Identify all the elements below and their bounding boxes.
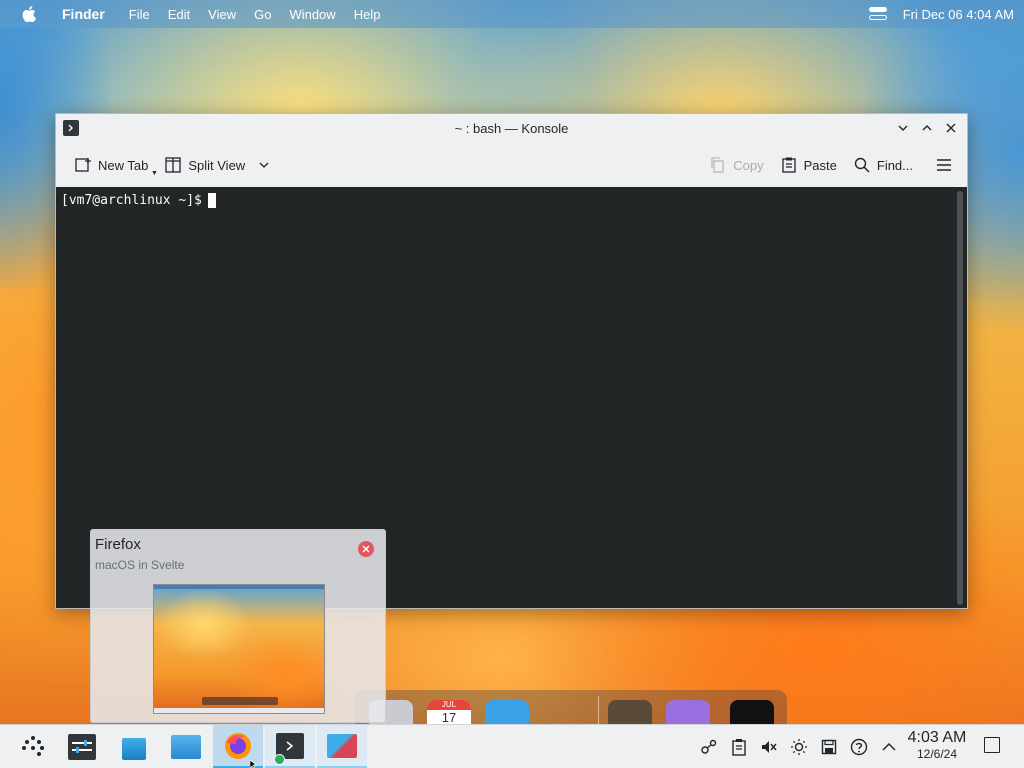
menu-view[interactable]: View	[208, 7, 236, 22]
control-center-icon[interactable]	[868, 7, 887, 21]
preview-title: Firefox	[95, 536, 141, 553]
bottom-panel: 4:03 AM 12/6/24	[0, 724, 1024, 768]
preview-close-icon[interactable]	[358, 541, 374, 557]
taskbar-discover-store[interactable]	[109, 725, 159, 768]
system-tray	[698, 725, 908, 768]
konsole-toolbar: New Tab ▼ Split View Copy Paste Find...	[56, 146, 967, 184]
shopping-bag-icon	[122, 737, 146, 760]
top-menubar: Finder File Edit View Go Window Help Fri…	[0, 0, 1024, 28]
new-tab-label: New Tab	[98, 157, 149, 173]
hamburger-menu-button[interactable]	[927, 150, 961, 180]
volume-muted-icon[interactable]	[758, 736, 780, 758]
folder-icon	[171, 734, 201, 759]
menu-go[interactable]: Go	[254, 7, 271, 22]
firefox-icon	[225, 732, 251, 759]
hamburger-menu-icon	[937, 159, 951, 171]
digital-clock[interactable]: 4:03 AM 12/6/24	[900, 729, 974, 761]
new-window-badge-icon	[274, 753, 285, 765]
split-view-label: Split View	[188, 157, 246, 173]
menu-file[interactable]: File	[129, 7, 150, 22]
clipboard-icon[interactable]	[728, 736, 750, 758]
window-title: ~ : bash — Konsole	[454, 120, 569, 136]
application-launcher-button[interactable]	[8, 725, 58, 768]
apple-logo-icon[interactable]	[20, 5, 38, 23]
dock-vscode-icon[interactable]	[485, 700, 529, 726]
menu-help[interactable]: Help	[354, 7, 381, 22]
launcher-dots-icon	[22, 735, 44, 756]
split-view-button[interactable]: Split View	[156, 150, 279, 180]
show-desktop-icon[interactable]	[984, 737, 1000, 753]
new-tab-button[interactable]: New Tab ▼	[66, 150, 158, 180]
window-titlebar[interactable]: ~ : bash — Konsole	[56, 114, 967, 142]
firefox-task-preview[interactable]: Firefox macOS in Svelte	[90, 529, 386, 723]
menu-edit[interactable]: Edit	[168, 7, 190, 22]
kde-connect-icon[interactable]	[698, 736, 720, 758]
copy-icon	[711, 157, 724, 173]
taskbar-file-manager[interactable]	[161, 725, 211, 768]
copy-label: Copy	[733, 157, 764, 173]
prompt-text: [vm7@archlinux ~]$	[61, 193, 202, 208]
menubar-datetime[interactable]: Fri Dec 06 4:04 AM	[903, 7, 1014, 22]
terminal-prompt: [vm7@archlinux ~]$	[61, 193, 216, 208]
paste-label: Paste	[803, 157, 837, 173]
chevron-down-icon	[259, 162, 269, 168]
preview-thumbnail[interactable]	[153, 584, 325, 714]
konsole-icon	[274, 732, 304, 765]
konsole-app-icon[interactable]	[63, 120, 79, 136]
settings-sliders-icon	[68, 733, 96, 760]
dock-separator	[598, 696, 599, 726]
paste-icon	[781, 157, 796, 173]
preview-subtitle: macOS in Svelte	[95, 558, 185, 572]
taskbar-system-settings[interactable]	[57, 725, 107, 768]
terminal-cursor	[207, 193, 216, 208]
new-tab-icon	[75, 158, 91, 172]
dock-cat-photo-icon[interactable]	[608, 700, 652, 726]
search-icon	[854, 157, 870, 173]
kde-app-icon	[327, 733, 357, 758]
tray-expand-chevron-icon[interactable]	[878, 736, 900, 758]
find-button[interactable]: Find...	[845, 150, 921, 180]
maximize-button[interactable]	[917, 118, 937, 138]
dock-appstore-icon[interactable]	[730, 700, 774, 726]
find-label: Find...	[876, 157, 913, 173]
close-button[interactable]	[941, 118, 961, 138]
terminal-scrollbar[interactable]	[957, 191, 963, 605]
paste-button[interactable]: Paste	[772, 150, 845, 180]
window-controls	[893, 118, 961, 138]
menubar-app-name[interactable]: Finder	[62, 6, 105, 22]
taskbar-konsole[interactable]	[265, 725, 315, 768]
copy-button[interactable]: Copy	[701, 150, 771, 180]
updates-help-icon[interactable]	[848, 736, 870, 758]
menubar-status-area: Fri Dec 06 4:04 AM	[868, 0, 1014, 28]
macos-dock: JUL 17	[355, 690, 787, 726]
clock-date: 12/6/24	[916, 747, 958, 761]
clock-time: 4:03 AM	[907, 729, 967, 746]
minimize-button[interactable]	[893, 118, 913, 138]
brightness-icon[interactable]	[788, 736, 810, 758]
menu-window[interactable]: Window	[289, 7, 335, 22]
disk-save-icon[interactable]	[818, 736, 840, 758]
taskbar-kde-app[interactable]	[317, 725, 367, 768]
calendar-month: JUL	[427, 700, 471, 710]
split-view-icon	[165, 157, 181, 173]
dock-calendar-icon[interactable]: JUL 17	[427, 700, 471, 726]
dock-github-icon[interactable]	[666, 700, 710, 726]
mouse-cursor-icon	[250, 760, 257, 768]
